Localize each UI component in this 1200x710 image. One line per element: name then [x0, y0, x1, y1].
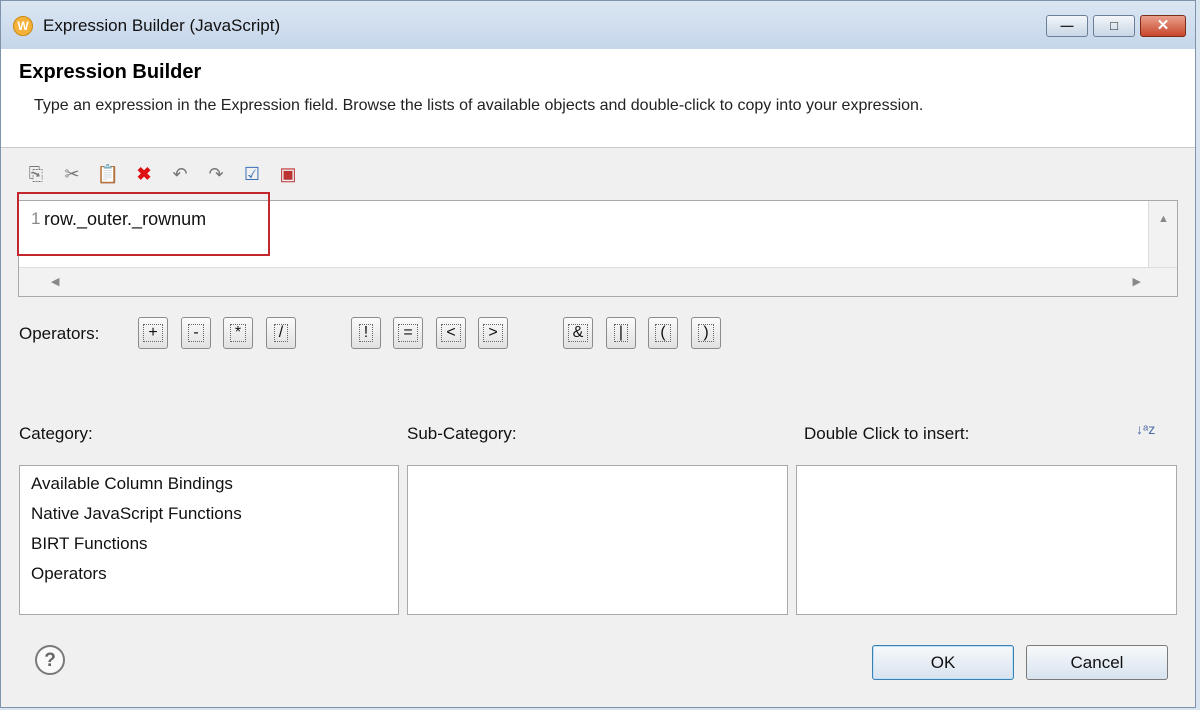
ok-button[interactable]: OK [872, 645, 1014, 680]
dialog-header: Expression Builder Type an expression in… [1, 49, 1195, 148]
operator-plus-button[interactable]: + [138, 317, 168, 349]
minimize-button[interactable]: — [1046, 15, 1088, 37]
operator-not-button[interactable]: ! [351, 317, 381, 349]
operator-greater-button[interactable]: > [478, 317, 508, 349]
operator-or-button[interactable]: | [606, 317, 636, 349]
help-icon[interactable]: ? [35, 645, 65, 675]
operator-equals-button[interactable]: = [393, 317, 423, 349]
operator-divide-button[interactable]: / [266, 317, 296, 349]
scroll-right-icon[interactable]: ▶ [1133, 275, 1141, 288]
close-button[interactable]: ✕ [1140, 15, 1186, 37]
maximize-button[interactable]: □ [1093, 15, 1135, 37]
category-list[interactable]: Available Column Bindings Native JavaScr… [19, 465, 399, 615]
operator-open-paren-button[interactable]: ( [648, 317, 678, 349]
insert-label: Double Click to insert: [804, 424, 970, 443]
category-item-operators[interactable]: Operators [31, 564, 107, 584]
category-label: Category: [19, 424, 93, 443]
sub-category-list[interactable] [407, 465, 788, 615]
category-item-native-js[interactable]: Native JavaScript Functions [31, 504, 242, 524]
validate-icon[interactable]: ☑ [239, 161, 265, 187]
operators-label: Operators: [19, 324, 100, 343]
operator-minus-button[interactable]: - [181, 317, 211, 349]
operator-less-button[interactable]: < [436, 317, 466, 349]
paste-icon[interactable]: 📋 [95, 161, 121, 187]
redo-icon[interactable]: ↷ [203, 161, 229, 187]
scroll-left-icon[interactable]: ◀ [51, 275, 59, 288]
title-bar: W Expression Builder (JavaScript) — □ ✕ [1, 1, 1195, 50]
operator-close-paren-button[interactable]: ) [691, 317, 721, 349]
delete-icon[interactable]: ✖ [131, 161, 157, 187]
minimize-icon: — [1060, 18, 1074, 33]
undo-icon[interactable]: ↶ [167, 161, 193, 187]
maximize-icon: □ [1110, 18, 1118, 33]
operator-multiply-button[interactable]: * [223, 317, 253, 349]
vertical-scrollbar[interactable]: ▲ [1148, 201, 1177, 269]
sub-category-label: Sub-Category: [407, 424, 517, 443]
dialog-description: Type an expression in the Expression fie… [34, 97, 924, 114]
horizontal-scrollbar[interactable]: ◀ ▶ [19, 267, 1177, 296]
calculate-icon[interactable]: ▣ [275, 161, 301, 187]
cut-icon[interactable]: ✂ [59, 161, 85, 187]
app-icon: W [13, 16, 33, 36]
category-item-birt-functions[interactable]: BIRT Functions [31, 534, 148, 554]
close-icon: ✕ [1156, 17, 1170, 34]
scroll-up-icon[interactable]: ▲ [1158, 213, 1169, 225]
sort-alphabetical-icon[interactable]: ↓ᵃz [1136, 421, 1170, 449]
insert-list[interactable] [796, 465, 1177, 615]
category-item-column-bindings[interactable]: Available Column Bindings [31, 474, 233, 494]
copy-icon[interactable]: ⎘ [23, 161, 49, 187]
cancel-button[interactable]: Cancel [1026, 645, 1168, 680]
highlight-box [17, 192, 270, 256]
window-title: Expression Builder (JavaScript) [43, 16, 281, 35]
dialog-title: Expression Builder [19, 61, 202, 83]
expression-builder-dialog: W Expression Builder (JavaScript) — □ ✕ … [0, 0, 1196, 708]
operator-and-button[interactable]: & [563, 317, 593, 349]
